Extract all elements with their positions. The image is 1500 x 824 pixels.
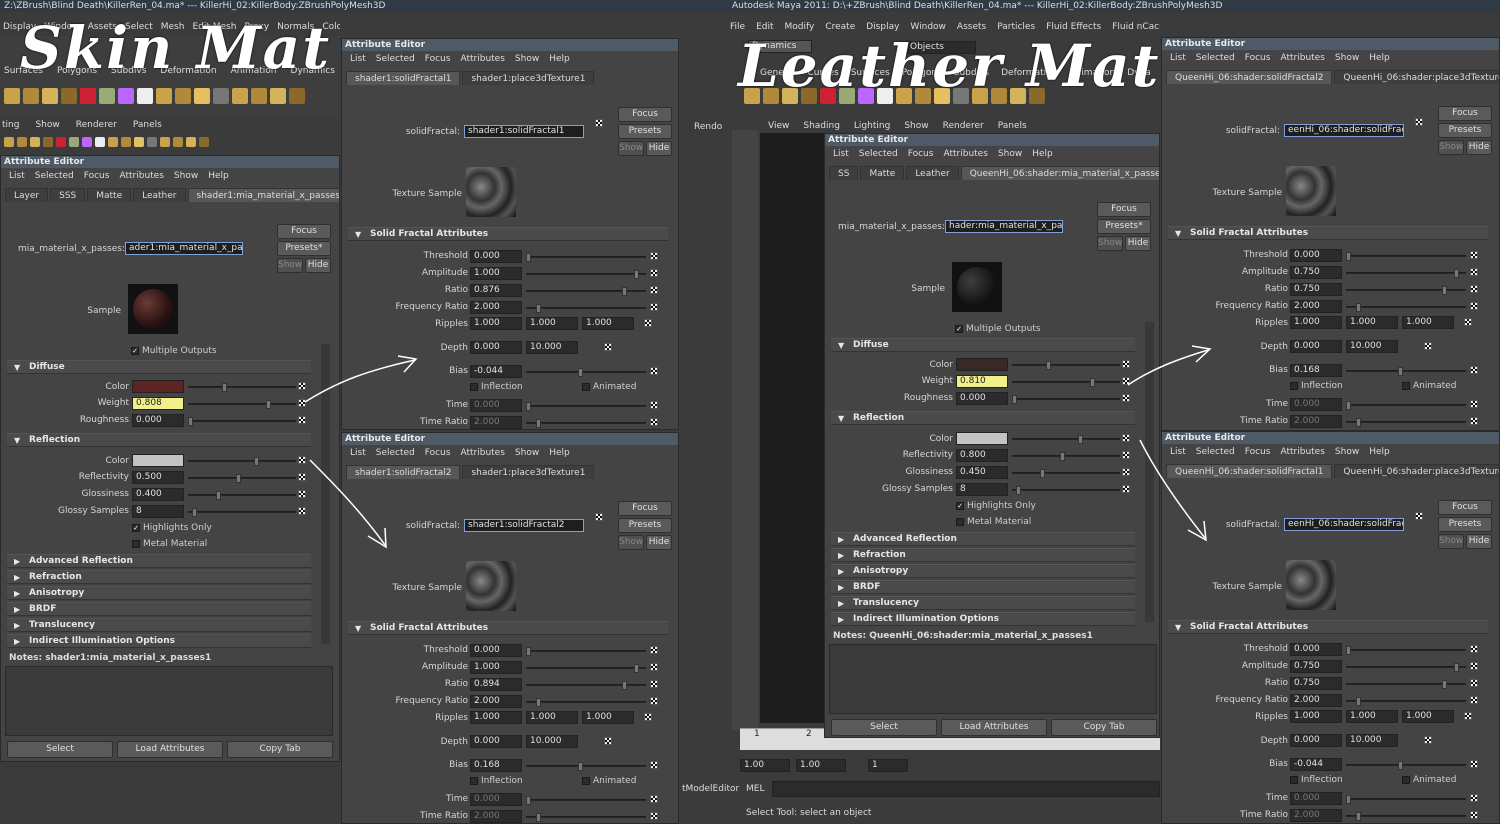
skin-mat-annotation: Skin Mat [20, 14, 332, 82]
annotation-arrows [304, 345, 1212, 549]
leather-mat-annotation: Leather Mat [738, 32, 1161, 100]
